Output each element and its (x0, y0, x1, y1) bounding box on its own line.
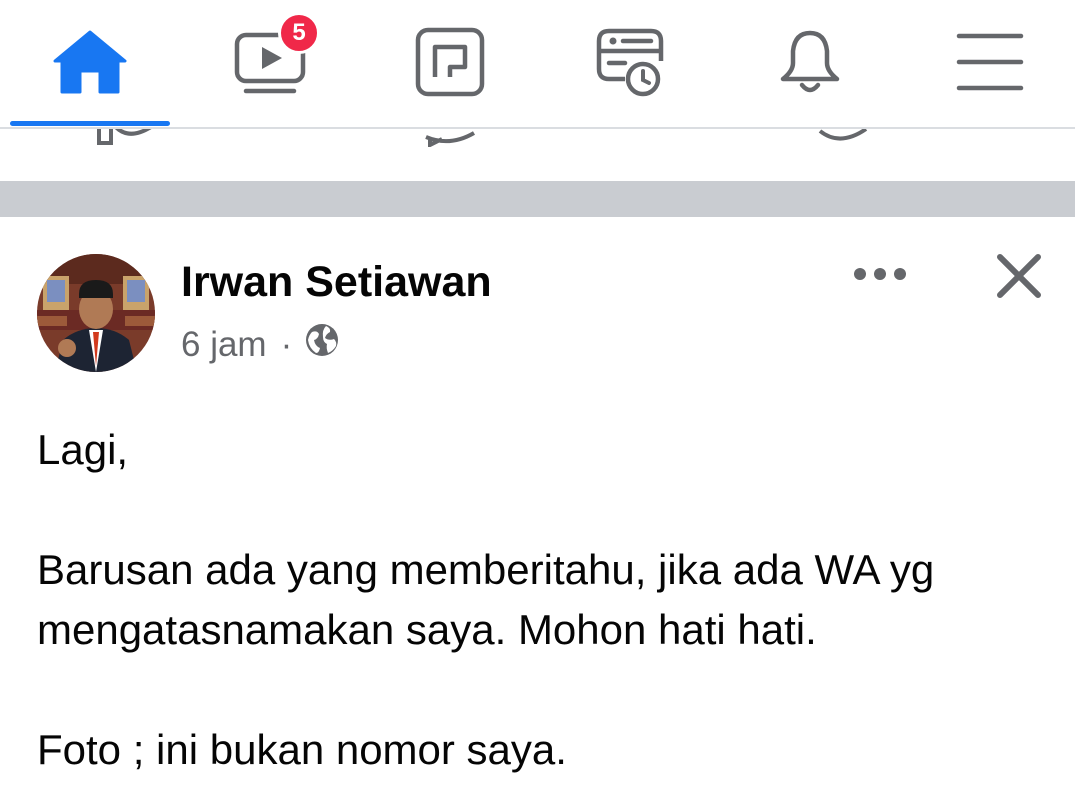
post-meta: 6 jam · (181, 322, 340, 367)
post-body: Lagi, Barusan ada yang memberitahu, jika… (37, 420, 1047, 780)
post-paragraph: Barusan ada yang memberitahu, jika ada W… (37, 546, 935, 653)
top-navigation-bar: 5 (0, 0, 1075, 128)
post-paragraph: Foto ; ini bukan nomor saya. (37, 726, 567, 773)
home-icon (52, 29, 128, 95)
author-name[interactable]: Irwan Setiawan (181, 258, 492, 307)
gaming-icon (415, 27, 485, 97)
watch-notification-badge: 5 (278, 12, 320, 54)
post-options-button[interactable] (850, 256, 910, 296)
active-tab-indicator (10, 121, 170, 126)
comment-action[interactable] (420, 129, 480, 156)
tab-watch[interactable] (190, 0, 350, 124)
bell-icon (775, 27, 845, 97)
globe-icon (304, 322, 340, 367)
tab-gaming[interactable] (370, 0, 530, 124)
post-timestamp[interactable]: 6 jam (181, 325, 267, 365)
share-icon (812, 129, 872, 156)
like-action[interactable] (95, 129, 155, 156)
comment-icon (420, 129, 480, 156)
close-icon (996, 253, 1042, 304)
post-paragraph: Lagi, (37, 426, 129, 473)
more-horizontal-icon (853, 267, 907, 286)
memories-icon (595, 27, 665, 97)
tab-memories[interactable] (550, 0, 710, 124)
hide-post-button[interactable] (990, 249, 1048, 307)
feed-separator (0, 181, 1075, 217)
author-avatar[interactable] (37, 254, 155, 372)
previous-post-actions (0, 129, 1075, 181)
hamburger-menu-icon (955, 32, 1025, 92)
share-action[interactable] (812, 129, 872, 156)
like-icon (95, 129, 155, 156)
tab-notifications[interactable] (730, 0, 890, 124)
tab-home[interactable] (10, 0, 170, 124)
meta-separator: · (280, 324, 293, 364)
tab-menu[interactable] (910, 0, 1070, 124)
